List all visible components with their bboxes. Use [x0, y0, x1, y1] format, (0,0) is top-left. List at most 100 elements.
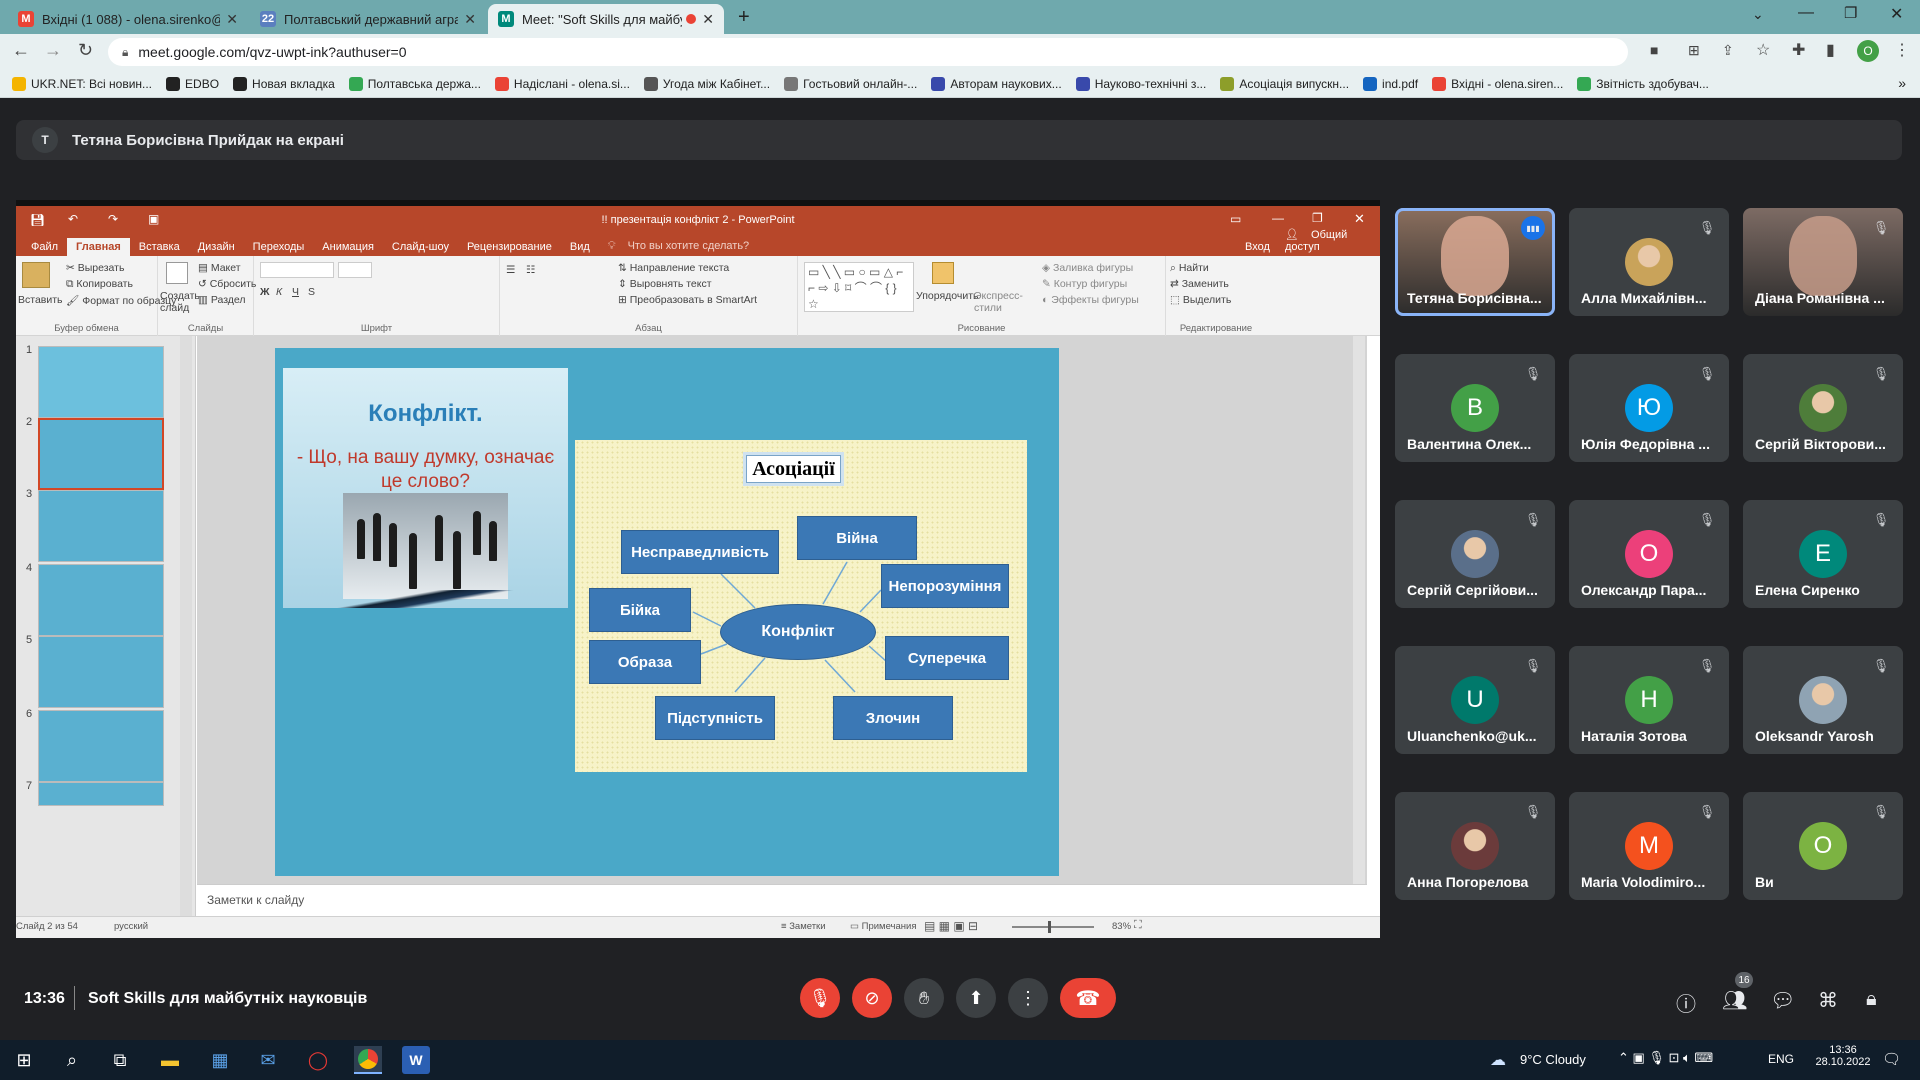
participant-tile[interactable]: ▮▮▮ Тетяна Борисівна...	[1395, 208, 1555, 316]
menu-design[interactable]: Дизайн	[189, 238, 244, 256]
clock[interactable]: 13:36 28.10.2022	[1808, 1044, 1878, 1068]
smartart-button[interactable]: ⊞ Преобразовать в SmartArt	[618, 294, 757, 306]
leave-call-button[interactable]: ☎	[1060, 978, 1116, 1018]
menu-file[interactable]: Файл	[22, 238, 67, 256]
ppt-restore-icon[interactable]: ❐	[1312, 211, 1323, 225]
participant-tile[interactable]: E 🎙︎ Елена Сиренко	[1743, 500, 1903, 608]
bookmark-item[interactable]: Надіслані - olena.si...	[494, 76, 630, 91]
thumbs-scrollbar[interactable]	[180, 336, 192, 916]
menu-transitions[interactable]: Переходы	[244, 238, 314, 256]
font-size-select[interactable]	[338, 262, 372, 278]
bold-icon[interactable]: Ж	[260, 286, 270, 298]
share-icon[interactable]: ⇪	[1722, 42, 1734, 59]
arrange-icon[interactable]	[932, 262, 954, 284]
more-options-button[interactable]: ⋮	[1008, 978, 1048, 1018]
share-button[interactable]: 👤︎ Общий доступ	[1276, 225, 1380, 256]
participant-tile[interactable]: B 🎙︎ Валентина Олек...	[1395, 354, 1555, 462]
sidepanel-icon[interactable]: ▮	[1826, 40, 1835, 60]
replace-button[interactable]: ⇄ Заменить	[1170, 278, 1229, 290]
participant-tile[interactable]: 🎙︎ Сергій Сергійови...	[1395, 500, 1555, 608]
participant-tile[interactable]: 🎙︎ Діана Романівна ...	[1743, 208, 1903, 316]
file-explorer-icon[interactable]: ▬	[156, 1046, 184, 1074]
host-controls-icon[interactable]: 🔒︎	[1866, 988, 1877, 1011]
mail-icon[interactable]: ✉	[254, 1046, 282, 1074]
new-slide-button[interactable]: Создать слайд	[160, 290, 200, 314]
opera-icon[interactable]: ◯	[304, 1046, 332, 1074]
bookmark-item[interactable]: UKR.NET: Всі новин...	[12, 76, 152, 91]
windows-start-icon[interactable]: ⊞	[10, 1046, 38, 1074]
reload-icon[interactable]: ↻	[78, 40, 93, 61]
login-link[interactable]: Вход	[1236, 238, 1279, 256]
camera-off-button[interactable]: ⊘	[852, 978, 892, 1018]
slideshow-icon[interactable]: ▣	[148, 212, 159, 226]
participant-tile[interactable]: 🎙︎ Oleksandr Yarosh	[1743, 646, 1903, 754]
more-bookmarks-icon[interactable]: »	[1898, 75, 1906, 91]
menu-view[interactable]: Вид	[561, 238, 599, 256]
tray-icons[interactable]: ⌃ ▣ 🎙︎ ⊡ 🔈︎ ⌨	[1618, 1050, 1713, 1066]
notes-button[interactable]: ≡ Заметки	[781, 921, 826, 932]
bullets-icon[interactable]: ☰	[506, 264, 515, 276]
comments-button[interactable]: ▭ Примечания	[850, 921, 916, 932]
bookmark-item[interactable]: Вхідні - olena.siren...	[1432, 76, 1563, 91]
participant-tile[interactable]: 🎙︎ Анна Погорелова	[1395, 792, 1555, 900]
ribbon-display-icon[interactable]: ▭	[1230, 212, 1241, 226]
people-icon[interactable]: 👥︎	[1722, 988, 1747, 1013]
save-icon[interactable]: 💾︎	[30, 213, 45, 227]
view-buttons[interactable]: ▤ ▦ ▣ ⊟	[924, 919, 978, 933]
weather-text[interactable]: 9°C Cloudy	[1520, 1052, 1586, 1067]
slide-thumbnail-4[interactable]	[38, 564, 164, 636]
find-button[interactable]: ⌕ Найти	[1170, 262, 1209, 275]
input-language[interactable]: ENG	[1768, 1052, 1794, 1066]
align-text-button[interactable]: ⇕ Выровнять текст	[618, 278, 712, 290]
menu-insert[interactable]: Вставка	[130, 238, 189, 256]
shapes-gallery[interactable]: ▭ ╲ ╲ ▭ ○ ▭ △ ⌐ ⌐ ⇨ ⇩ ⌑ ⌒ ⌒ { } ☆	[804, 262, 914, 312]
chat-icon[interactable]: 💬︎	[1770, 988, 1795, 1013]
arrange-button[interactable]: Упорядочить	[916, 290, 978, 302]
tab-search-icon[interactable]: ⌄	[1752, 6, 1764, 23]
window-close-icon[interactable]: ✕	[1890, 4, 1903, 24]
translate-icon[interactable]: ⊞	[1688, 42, 1700, 59]
camera-icon[interactable]: ■	[1650, 42, 1658, 58]
zoom-level[interactable]: 83%	[1112, 921, 1131, 932]
close-icon[interactable]: ✕	[464, 11, 476, 28]
paste-button[interactable]: Вставить	[18, 294, 63, 306]
activities-icon[interactable]: ⌘	[1818, 988, 1838, 1013]
italic-icon[interactable]: К	[276, 286, 282, 298]
bookmark-item[interactable]: Гостьовий онлайн-...	[784, 76, 917, 91]
language-indicator[interactable]: русский	[114, 921, 148, 932]
menu-icon[interactable]: ⋮	[1894, 40, 1910, 60]
undo-icon[interactable]: ↶	[68, 212, 78, 226]
menu-slideshow[interactable]: Слайд-шоу	[383, 238, 458, 256]
bookmark-item[interactable]: Полтавська держа...	[348, 76, 481, 91]
participant-tile[interactable]: U 🎙︎ Uluanchenko@uk...	[1395, 646, 1555, 754]
copy-button[interactable]: ⧉ Копировать	[66, 278, 133, 291]
participant-tile[interactable]: O 🎙︎ Ви	[1743, 792, 1903, 900]
zoom-slider[interactable]	[1012, 926, 1094, 928]
bookmark-item[interactable]: ind.pdf	[1363, 76, 1418, 91]
participant-tile[interactable]: H 🎙︎ Наталія Зотова	[1569, 646, 1729, 754]
slide-thumbnail-1[interactable]	[38, 346, 164, 418]
raise-hand-button[interactable]: ✋︎	[904, 978, 944, 1018]
store-icon[interactable]: ▦	[206, 1046, 234, 1074]
fit-slide-icon[interactable]: ⛶	[1134, 919, 1142, 932]
minimize-icon[interactable]: —	[1798, 4, 1814, 22]
browser-tab-university[interactable]: 22 Полтавський державний аграр ✕	[250, 4, 486, 34]
bookmark-item[interactable]: Новая вкладка	[233, 76, 335, 91]
search-icon[interactable]: ⌕	[58, 1046, 86, 1074]
underline-icon[interactable]: Ч	[292, 286, 299, 298]
slide-thumbnail-7[interactable]	[38, 782, 164, 806]
layout-button[interactable]: ▤ Макет	[198, 262, 241, 274]
menu-home[interactable]: Главная	[67, 238, 130, 256]
close-icon[interactable]: ✕	[702, 11, 714, 28]
menu-review[interactable]: Рецензирование	[458, 238, 561, 256]
select-button[interactable]: ⬚ Выделить	[1170, 294, 1231, 306]
section-button[interactable]: ▥ Раздел	[198, 294, 246, 306]
paste-icon[interactable]	[22, 262, 50, 288]
slide-thumbnail-5[interactable]	[38, 636, 164, 708]
browser-tab-gmail[interactable]: M Вхідні (1 088) - olena.sirenko@p ✕	[8, 4, 248, 34]
browser-tab-meet[interactable]: M Meet: "Soft Skills для майбут ✕	[488, 4, 724, 34]
zoom-thumb[interactable]	[1048, 921, 1051, 933]
word-icon[interactable]: W	[402, 1046, 430, 1074]
extensions-icon[interactable]: ✚	[1792, 40, 1805, 60]
mic-off-button[interactable]: 🎙︎	[800, 978, 840, 1018]
